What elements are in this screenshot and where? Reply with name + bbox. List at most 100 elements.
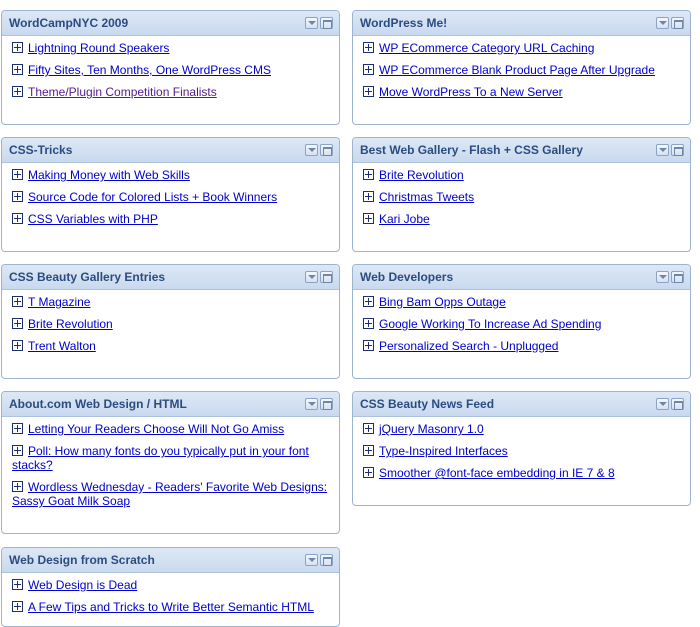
feed-list: Brite Revolution Christmas Tweets Kari J… xyxy=(353,163,690,238)
feed-link[interactable]: jQuery Masonry 1.0 xyxy=(379,422,484,436)
expand-plus-icon[interactable] xyxy=(12,191,23,202)
expand-plus-icon[interactable] xyxy=(363,42,374,53)
expand-plus-icon[interactable] xyxy=(12,64,23,75)
feed-link[interactable]: Type-Inspired Interfaces xyxy=(379,444,508,458)
expand-plus-icon[interactable] xyxy=(12,579,23,590)
expand-plus-icon[interactable] xyxy=(363,191,374,202)
expand-plus-icon[interactable] xyxy=(12,42,23,53)
feed-link[interactable]: Christmas Tweets xyxy=(379,190,474,204)
minimize-icon[interactable] xyxy=(305,17,318,29)
expand-plus-icon[interactable] xyxy=(12,296,23,307)
minimize-icon[interactable] xyxy=(656,271,669,283)
feed-link[interactable]: A Few Tips and Tricks to Write Better Se… xyxy=(28,600,314,614)
list-item: Web Design is Dead xyxy=(12,578,329,592)
expand-plus-icon[interactable] xyxy=(12,340,23,351)
widget-header: Best Web Gallery - Flash + CSS Gallery xyxy=(353,138,690,163)
feed-link[interactable]: Personalized Search - Unplugged xyxy=(379,339,558,353)
list-item: Source Code for Colored Lists + Book Win… xyxy=(12,190,329,204)
feed-link[interactable]: Kari Jobe xyxy=(379,212,430,226)
feed-list: Web Design is Dead A Few Tips and Tricks… xyxy=(2,573,339,626)
widget-header: About.com Web Design / HTML xyxy=(2,392,339,417)
widget-css-beauty-news: CSS Beauty News Feed jQuery Masonry 1.0 … xyxy=(352,391,691,506)
feed-link[interactable]: T Magazine xyxy=(28,295,90,309)
list-item: Theme/Plugin Competition Finalists xyxy=(12,85,329,99)
expand-plus-icon[interactable] xyxy=(12,445,23,456)
feed-link[interactable]: Theme/Plugin Competition Finalists xyxy=(28,85,217,99)
feed-link[interactable]: Brite Revolution xyxy=(28,317,113,331)
maximize-icon[interactable] xyxy=(320,144,333,156)
widget-header: Web Design from Scratch xyxy=(2,548,339,573)
expand-plus-icon[interactable] xyxy=(363,296,374,307)
expand-plus-icon[interactable] xyxy=(363,318,374,329)
expand-plus-icon[interactable] xyxy=(12,86,23,97)
widget-title: CSS Beauty News Feed xyxy=(360,397,495,411)
feed-link[interactable]: Google Working To Increase Ad Spending xyxy=(379,317,601,331)
expand-plus-icon[interactable] xyxy=(363,467,374,478)
maximize-icon[interactable] xyxy=(671,271,684,283)
list-item: Personalized Search - Unplugged xyxy=(363,339,680,353)
feed-link[interactable]: Move WordPress To a New Server xyxy=(379,85,563,99)
widget-title: CSS-Tricks xyxy=(9,143,73,157)
expand-plus-icon[interactable] xyxy=(363,169,374,180)
feed-link[interactable]: WP ECommerce Category URL Caching xyxy=(379,41,594,55)
widget-wordcampnyc: WordCampNYC 2009 Lightning Round Speaker… xyxy=(1,10,340,125)
minimize-icon[interactable] xyxy=(305,554,318,566)
widget-title: Web Design from Scratch xyxy=(9,553,155,567)
widget-css-beauty-gallery: CSS Beauty Gallery Entries T Magazine Br… xyxy=(1,264,340,379)
minimize-icon[interactable] xyxy=(305,144,318,156)
minimize-icon[interactable] xyxy=(656,17,669,29)
list-item: Fifty Sites, Ten Months, One WordPress C… xyxy=(12,63,329,77)
list-item: Type-Inspired Interfaces xyxy=(363,444,680,458)
expand-plus-icon[interactable] xyxy=(12,481,23,492)
feed-link[interactable]: Fifty Sites, Ten Months, One WordPress C… xyxy=(28,63,271,77)
maximize-icon[interactable] xyxy=(320,554,333,566)
expand-plus-icon[interactable] xyxy=(363,423,374,434)
feed-link[interactable]: Lightning Round Speakers xyxy=(28,41,169,55)
feed-link[interactable]: WP ECommerce Blank Product Page After Up… xyxy=(379,63,655,77)
expand-plus-icon[interactable] xyxy=(363,445,374,456)
maximize-icon[interactable] xyxy=(671,398,684,410)
expand-plus-icon[interactable] xyxy=(363,86,374,97)
feed-link[interactable]: Bing Bam Opps Outage xyxy=(379,295,506,309)
expand-plus-icon[interactable] xyxy=(12,601,23,612)
minimize-icon[interactable] xyxy=(305,271,318,283)
feed-link[interactable]: Web Design is Dead xyxy=(28,578,137,592)
minimize-icon[interactable] xyxy=(656,144,669,156)
maximize-icon[interactable] xyxy=(320,17,333,29)
widget-title: WordPress Me! xyxy=(360,16,448,30)
expand-plus-icon[interactable] xyxy=(12,423,23,434)
maximize-icon[interactable] xyxy=(320,398,333,410)
feed-link[interactable]: Wordless Wednesday - Readers' Favorite W… xyxy=(12,480,327,508)
feed-list: T Magazine Brite Revolution Trent Walton xyxy=(2,290,339,365)
widget-title: WordCampNYC 2009 xyxy=(9,16,129,30)
expand-plus-icon[interactable] xyxy=(12,318,23,329)
widget-title: Web Developers xyxy=(360,270,454,284)
feed-link[interactable]: Source Code for Colored Lists + Book Win… xyxy=(28,190,277,204)
feed-link[interactable]: Poll: How many fonts do you typically pu… xyxy=(12,444,309,472)
widget-header: WordCampNYC 2009 xyxy=(2,11,339,36)
widget-header: CSS-Tricks xyxy=(2,138,339,163)
expand-plus-icon[interactable] xyxy=(363,64,374,75)
maximize-icon[interactable] xyxy=(671,144,684,156)
maximize-icon[interactable] xyxy=(671,17,684,29)
expand-plus-icon[interactable] xyxy=(12,213,23,224)
widget-title: Best Web Gallery - Flash + CSS Gallery xyxy=(360,143,583,157)
widget-css-tricks: CSS-Tricks Making Money with Web Skills … xyxy=(1,137,340,252)
expand-plus-icon[interactable] xyxy=(12,169,23,180)
expand-plus-icon[interactable] xyxy=(363,213,374,224)
list-item: Smoother @font-face embedding in IE 7 & … xyxy=(363,466,680,480)
maximize-icon[interactable] xyxy=(320,271,333,283)
expand-plus-icon[interactable] xyxy=(363,340,374,351)
feed-link[interactable]: Brite Revolution xyxy=(379,168,464,182)
list-item: A Few Tips and Tricks to Write Better Se… xyxy=(12,600,329,614)
feed-link[interactable]: Smoother @font-face embedding in IE 7 & … xyxy=(379,466,615,480)
feed-link[interactable]: Letting Your Readers Choose Will Not Go … xyxy=(28,422,284,436)
minimize-icon[interactable] xyxy=(656,398,669,410)
feed-link[interactable]: Trent Walton xyxy=(28,339,96,353)
feed-link[interactable]: Making Money with Web Skills xyxy=(28,168,190,182)
feed-link[interactable]: CSS Variables with PHP xyxy=(28,212,158,226)
minimize-icon[interactable] xyxy=(305,398,318,410)
widget-title: About.com Web Design / HTML xyxy=(9,397,187,411)
widget-header: Web Developers xyxy=(353,265,690,290)
list-item: T Magazine xyxy=(12,295,329,309)
